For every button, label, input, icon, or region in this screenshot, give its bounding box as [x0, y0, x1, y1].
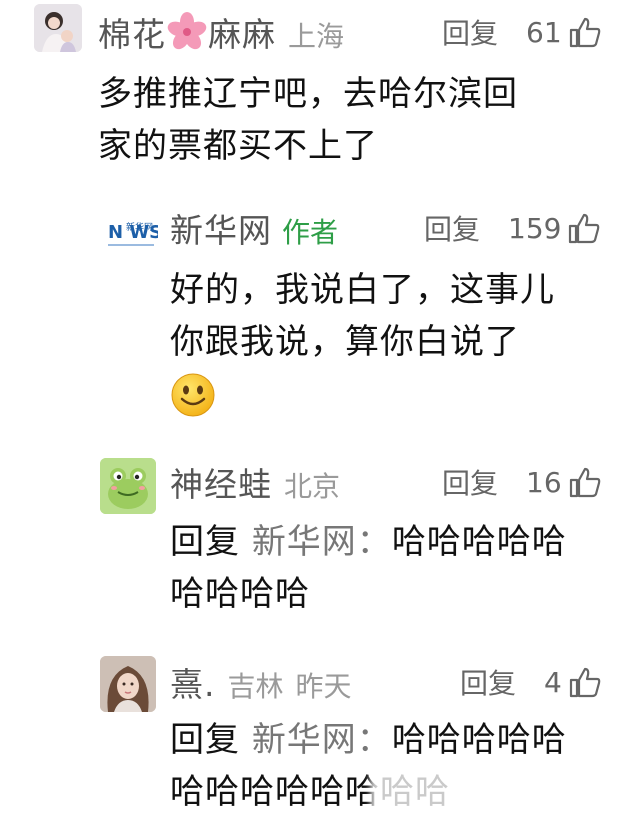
reply-button[interactable]: 回复: [460, 662, 516, 702]
svg-text:新华网: 新华网: [126, 221, 153, 233]
thumbs-up-icon: [569, 17, 601, 48]
commenter-name[interactable]: 神经蛙: [170, 458, 272, 506]
avatar[interactable]: [100, 656, 156, 712]
xinhua-news-logo: N WS 新华网: [104, 208, 158, 262]
avatar[interactable]: [100, 458, 156, 514]
like-count: 61: [526, 15, 562, 49]
thumbs-up-icon: [569, 213, 600, 244]
like-button[interactable]: 61: [526, 16, 602, 49]
girl-photo-avatar: [100, 656, 156, 712]
commenter-name[interactable]: 熹.: [170, 658, 216, 706]
reply-target-link[interactable]: 新华网：: [252, 720, 392, 760]
timestamp: 昨天: [295, 670, 352, 703]
commenter-name[interactable]: 新华网: [170, 204, 272, 252]
cherry-blossom-icon: [166, 12, 208, 50]
reply-button[interactable]: 回复: [424, 208, 480, 248]
location: 上海: [288, 20, 345, 53]
frog-avatar: [100, 458, 156, 514]
reply-button[interactable]: 回复: [442, 12, 498, 52]
avatar[interactable]: [34, 4, 82, 52]
comment-text-line: 哈哈哈哈: [170, 574, 310, 614]
location: 吉林: [227, 670, 284, 703]
comment-text-line: 你跟我说，算你白说了: [170, 322, 520, 362]
like-button[interactable]: 159: [508, 212, 601, 245]
commenter-name-suffix[interactable]: 麻麻: [208, 8, 276, 56]
reply-prefix: 回复: [170, 720, 240, 760]
author-badge: 作者: [282, 216, 339, 249]
thumbs-up-icon: [569, 467, 601, 498]
reply-prefix: 回复: [170, 522, 240, 562]
like-count: 4: [544, 665, 562, 699]
avatar-woman-child-icon: [34, 4, 82, 52]
like-count: 159: [508, 211, 562, 245]
like-button[interactable]: 4: [544, 666, 602, 699]
comment-text-line: 多推推辽宁吧，去哈尔滨回: [98, 74, 518, 114]
reply-button[interactable]: 回复: [442, 462, 498, 502]
avatar[interactable]: N WS 新华网: [104, 208, 158, 262]
watermark-overlay: [370, 768, 500, 831]
like-count: 16: [526, 465, 562, 499]
reply-target-link[interactable]: 新华网：: [252, 522, 392, 562]
comment-text-line: 好的，我说白了，这事儿: [170, 270, 555, 310]
commenter-name[interactable]: 棉花: [98, 8, 166, 56]
location: 北京: [284, 470, 341, 503]
thumbs-up-icon: [569, 667, 601, 698]
comment-text-line: 回复 新华网：哈哈哈哈哈: [170, 516, 620, 568]
like-button[interactable]: 16: [526, 466, 602, 499]
comment-text-line: 回复 新华网：哈哈哈哈哈: [170, 714, 620, 766]
comment-text: 哈哈哈哈哈: [391, 720, 567, 760]
comment-text-line: 家的票都买不上了: [98, 126, 378, 166]
comment-text: 哈哈哈哈哈: [391, 522, 567, 562]
smile-emoji-icon: [170, 372, 216, 422]
